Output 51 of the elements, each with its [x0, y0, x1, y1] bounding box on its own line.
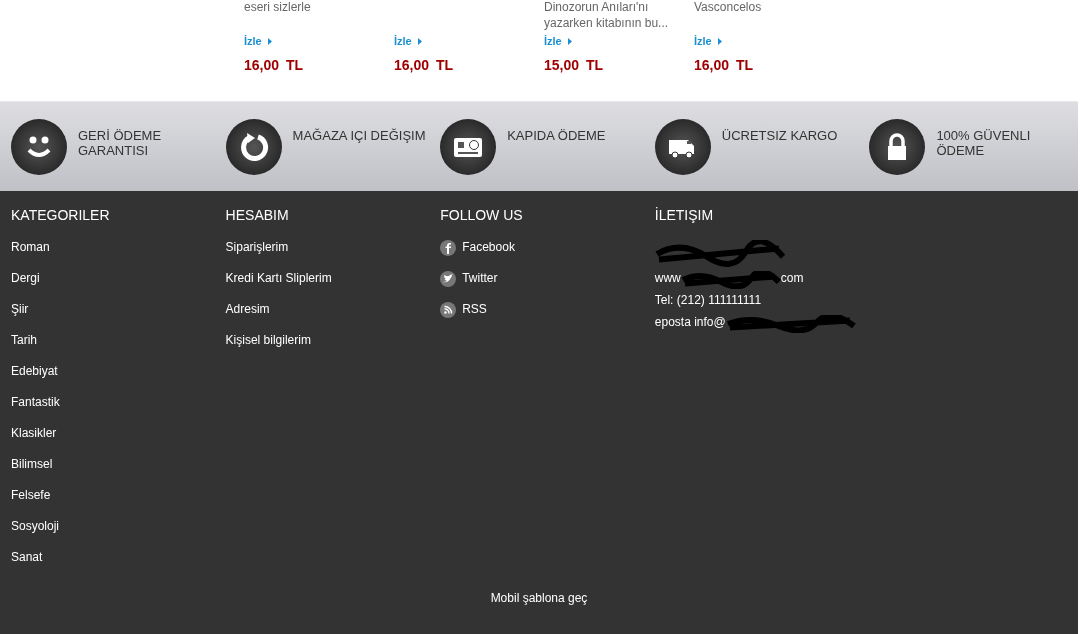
category-link[interactable]: Bilimsel	[11, 457, 53, 488]
facebook-icon	[440, 240, 457, 256]
watch-link[interactable]: İzle	[244, 35, 272, 47]
contact-text: eposta info@	[654, 315, 726, 329]
caret-icon	[717, 37, 722, 45]
watch-link[interactable]: İzle	[544, 35, 572, 47]
social-link[interactable]: Twitter	[440, 271, 498, 302]
category-link[interactable]: Felsefe	[11, 488, 51, 519]
category-link[interactable]: Dergi	[11, 271, 40, 302]
caret-icon	[417, 37, 422, 45]
column-heading: KATEGORILER	[11, 207, 111, 223]
category-link[interactable]: Tarih	[11, 333, 37, 364]
feature-label: GERİ ÖDEME GARANTISI	[78, 127, 163, 158]
contact-text: www	[654, 271, 681, 285]
watch-link[interactable]: İzle	[694, 35, 722, 47]
mobile-template-link[interactable]: Mobil şablona geç	[490, 591, 588, 605]
contact-text: Tel: (212) 111111111	[654, 293, 762, 307]
account-link[interactable]: Adresim	[225, 302, 270, 333]
watch-link[interactable]: İzle	[394, 35, 422, 47]
category-link[interactable]: Roman	[11, 240, 50, 271]
category-link[interactable]: Sanat	[11, 550, 43, 581]
product-description: Vasconcelos	[694, 0, 763, 16]
feature-label: KAPIDA ÖDEME	[507, 127, 607, 143]
column-heading: İLETIŞIM	[654, 207, 715, 223]
category-link[interactable]: Edebiyat	[11, 364, 58, 395]
account-link[interactable]: Kişisel bilgilerim	[225, 333, 311, 364]
product-description: eseri sizlerle	[244, 0, 312, 16]
social-link[interactable]: RSS	[440, 302, 487, 333]
category-link[interactable]: Sosyoloji	[11, 519, 60, 550]
account-link[interactable]: Kredi Kartı Sliplerim	[225, 271, 332, 302]
category-link[interactable]: Fantastik	[11, 395, 60, 426]
product-price: 16,00 TL	[394, 57, 455, 73]
feature-label: MAĞAZA IÇI DEĞIŞIM	[292, 127, 427, 143]
contact-text: com	[780, 271, 804, 285]
account-link[interactable]: Siparişlerim	[225, 240, 289, 271]
category-link[interactable]: Şiir	[11, 302, 29, 333]
product-description: Dinozorun Anıları'nı yazarken kitabının bu...	[544, 0, 670, 31]
product-price: 16,00 TL	[694, 57, 755, 73]
category-link[interactable]: Klasikler	[11, 426, 57, 457]
product-price: 16,00 TL	[244, 57, 305, 73]
bird-icon	[440, 271, 457, 287]
caret-icon	[567, 37, 572, 45]
feature-label: 100% GÜVENLI ÖDEME	[936, 127, 1032, 158]
product-price: 15,00 TL	[544, 57, 605, 73]
feature-label: ÜCRETSIZ KARGO	[721, 127, 839, 143]
column-heading: FOLLOW US	[440, 207, 524, 223]
rss-icon	[440, 302, 457, 318]
social-link[interactable]: Facebook	[440, 240, 515, 271]
refresh-icon	[238, 131, 269, 162]
caret-icon	[267, 37, 272, 45]
column-heading: HESABIM	[225, 207, 290, 223]
